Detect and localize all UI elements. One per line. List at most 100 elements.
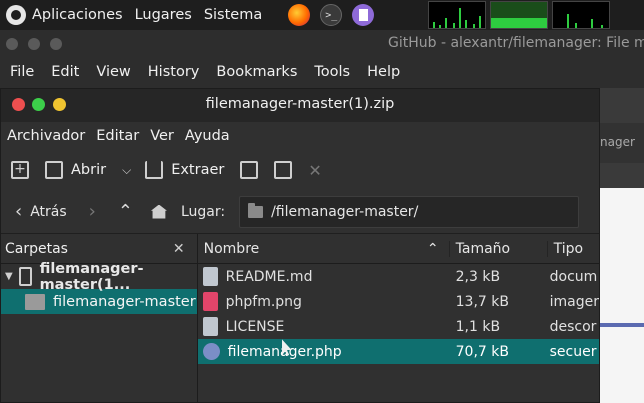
browser-window-controls [6, 38, 62, 50]
browser-content-edge: nager [600, 88, 644, 403]
archive-manager-window: filemanager-master(1).zip Archivador Edi… [0, 88, 600, 403]
browser-title: GitHub - alexantr/filemanager: File mana [388, 35, 644, 51]
expander-icon[interactable]: ▼ [5, 271, 13, 282]
file-type: descor [549, 318, 597, 335]
browser-close-button[interactable] [6, 38, 18, 50]
location-input[interactable]: /filemanager-master/ [239, 195, 580, 228]
browser-menu-file[interactable]: File [10, 64, 34, 80]
browser-titlebar: GitHub - alexantr/filemanager: File mana [0, 30, 644, 58]
table-row[interactable]: LICENSE 1,1 kB descor [198, 314, 599, 339]
top-panel: Aplicaciones Lugares Sistema >_ [0, 0, 644, 30]
folders-sidebar: Carpetas ✕ ▼ filemanager-master(1... fil… [1, 234, 198, 402]
terminal-icon[interactable]: >_ [320, 4, 343, 26]
folder-icon [25, 293, 45, 310]
back-arrow-icon[interactable]: ‹ [15, 201, 22, 222]
menu-ver[interactable]: Ver [150, 128, 174, 144]
file-size: 13,7 kB [455, 293, 509, 310]
browser-minimize-button[interactable] [28, 38, 40, 50]
column-name-header[interactable]: Nombre ⌃ [198, 240, 450, 257]
browser-menu-view[interactable]: View [96, 64, 130, 80]
panel-menu-lugares[interactable]: Lugares [135, 7, 192, 23]
firefox-icon[interactable] [288, 4, 311, 26]
forward-arrow-icon[interactable]: › [89, 201, 96, 222]
system-monitors[interactable] [428, 1, 610, 29]
file-name: README.md [225, 268, 313, 285]
file-size: 1,1 kB [455, 318, 501, 335]
distro-logo-icon[interactable] [6, 5, 26, 25]
sidebar-item-archive[interactable]: ▼ filemanager-master(1... [1, 261, 197, 293]
location-path: /filemanager-master/ [271, 203, 419, 220]
add-files-button[interactable] [240, 161, 259, 179]
open-label: Abrir [71, 162, 107, 178]
column-size-header[interactable]: Tamaño [450, 240, 548, 257]
location-bar: ‹ Atrás › ⌃ Lugar: /filemanager-master/ [1, 190, 599, 234]
browser-tab[interactable]: nager [600, 123, 644, 163]
menu-archivador[interactable]: Archivador [7, 128, 85, 144]
sidebar-item-folder[interactable]: filemanager-master [1, 289, 197, 314]
archive-body: Carpetas ✕ ▼ filemanager-master(1... fil… [1, 234, 599, 402]
table-row-selected[interactable]: filemanager.php 70,7 kB secuer [197, 339, 599, 364]
menu-editar[interactable]: Editar [96, 128, 139, 144]
back-button[interactable]: Atrás [30, 204, 66, 220]
php-icon [202, 343, 220, 360]
panel-menu-sistema[interactable]: Sistema [204, 7, 262, 23]
sidebar-title: Carpetas [5, 240, 68, 257]
table-row[interactable]: README.md 2,3 kB docum [198, 264, 599, 289]
new-archive-button[interactable]: + [11, 161, 29, 179]
archive-titlebar: filemanager-master(1).zip [1, 89, 599, 122]
location-label: Lugar: [180, 203, 226, 220]
file-name: LICENSE [225, 318, 285, 335]
panel-menu: Aplicaciones Lugares Sistema [0, 5, 274, 25]
file-type: docum [549, 268, 598, 285]
chevron-down-icon[interactable]: ⌵ [122, 163, 131, 178]
file-list-header: Nombre ⌃ Tamaño Tipo [197, 234, 599, 264]
open-button[interactable]: Abrir [45, 161, 106, 179]
sidebar-folder-label: filemanager-master [53, 293, 196, 310]
browser-menu-help[interactable]: Help [367, 64, 400, 80]
file-type: imager [549, 293, 599, 310]
folder-icon [248, 202, 264, 218]
browser-menu-bookmarks[interactable]: Bookmarks [216, 64, 297, 80]
browser-menu-edit[interactable]: Edit [51, 64, 79, 80]
panel-menu-aplicaciones[interactable]: Aplicaciones [32, 7, 123, 23]
network-monitor[interactable] [552, 1, 610, 29]
browser-page [600, 188, 644, 403]
sort-ascending-icon: ⌃ [426, 240, 439, 257]
archive-title: filemanager-master(1).zip [205, 96, 395, 112]
browser-menu-history[interactable]: History [148, 64, 200, 80]
table-row[interactable]: phpfm.png 13,7 kB imager [198, 289, 599, 314]
column-name-label: Nombre [203, 240, 260, 257]
close-icon: ✕ [308, 160, 322, 180]
add-folder-icon [274, 161, 293, 179]
license-icon [202, 317, 218, 336]
home-icon[interactable] [150, 204, 167, 219]
file-size: 70,7 kB [455, 343, 509, 360]
column-type-header[interactable]: Tipo [548, 241, 599, 257]
stop-button[interactable]: ✕ [308, 161, 321, 180]
extract-icon [145, 161, 164, 179]
add-icon: + [11, 161, 29, 179]
file-list: Nombre ⌃ Tamaño Tipo README.md 2,3 kB do… [197, 234, 599, 402]
file-type: secuer [549, 343, 597, 360]
launchers: >_ [288, 4, 375, 26]
zip-icon [18, 267, 32, 286]
text-editor-icon[interactable] [352, 4, 375, 26]
add-folder-button[interactable] [274, 161, 293, 179]
sidebar-header: Carpetas ✕ [1, 234, 197, 264]
sidebar-archive-label: filemanager-master(1... [39, 260, 144, 293]
image-icon [202, 292, 218, 311]
close-icon[interactable]: ✕ [173, 241, 185, 257]
file-name: phpfm.png [225, 293, 302, 310]
browser-maximize-button[interactable] [50, 38, 62, 50]
menu-ayuda[interactable]: Ayuda [185, 128, 230, 144]
browser-menubar: File Edit View History Bookmarks Tools H… [10, 64, 417, 80]
browser-menu-tools[interactable]: Tools [314, 64, 350, 80]
copy-icon [45, 161, 63, 179]
up-arrow-icon[interactable]: ⌃ [118, 201, 133, 222]
archive-menubar: Archivador Editar Ver Ayuda [1, 122, 599, 150]
add-files-icon [240, 161, 259, 179]
archive-toolbar: + Abrir ⌵ Extraer ✕ [1, 150, 599, 190]
cpu-monitor[interactable] [428, 1, 486, 29]
memory-monitor[interactable] [490, 1, 548, 29]
extract-button[interactable]: Extraer [145, 161, 224, 179]
